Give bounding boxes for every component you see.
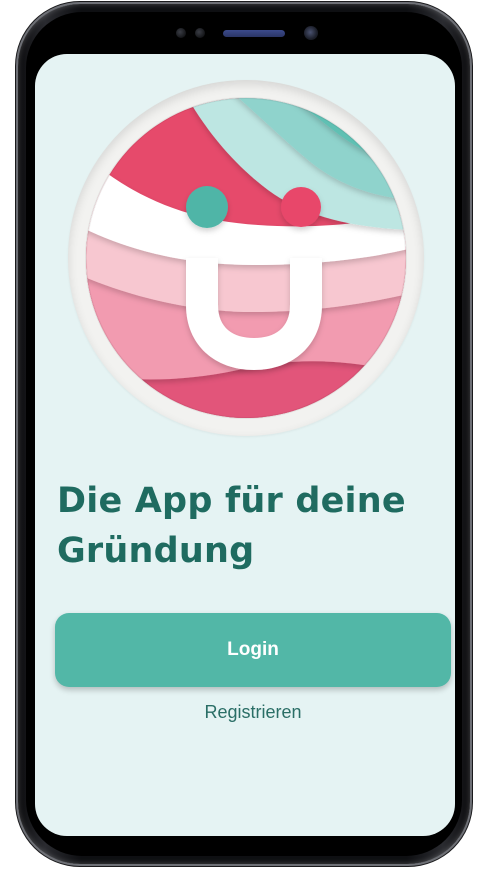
speaker-grille-icon — [223, 30, 285, 37]
login-button[interactable]: Login — [55, 613, 451, 687]
app-logo — [68, 80, 424, 436]
sensor-dot-icon — [195, 28, 205, 38]
front-camera-icon — [304, 26, 318, 40]
smiley-u-logo-icon — [85, 97, 407, 419]
sensor-dot-icon — [176, 28, 186, 38]
onboarding-headline: Die App für deine Gründung — [57, 481, 406, 571]
register-link[interactable]: Registrieren — [55, 702, 451, 723]
